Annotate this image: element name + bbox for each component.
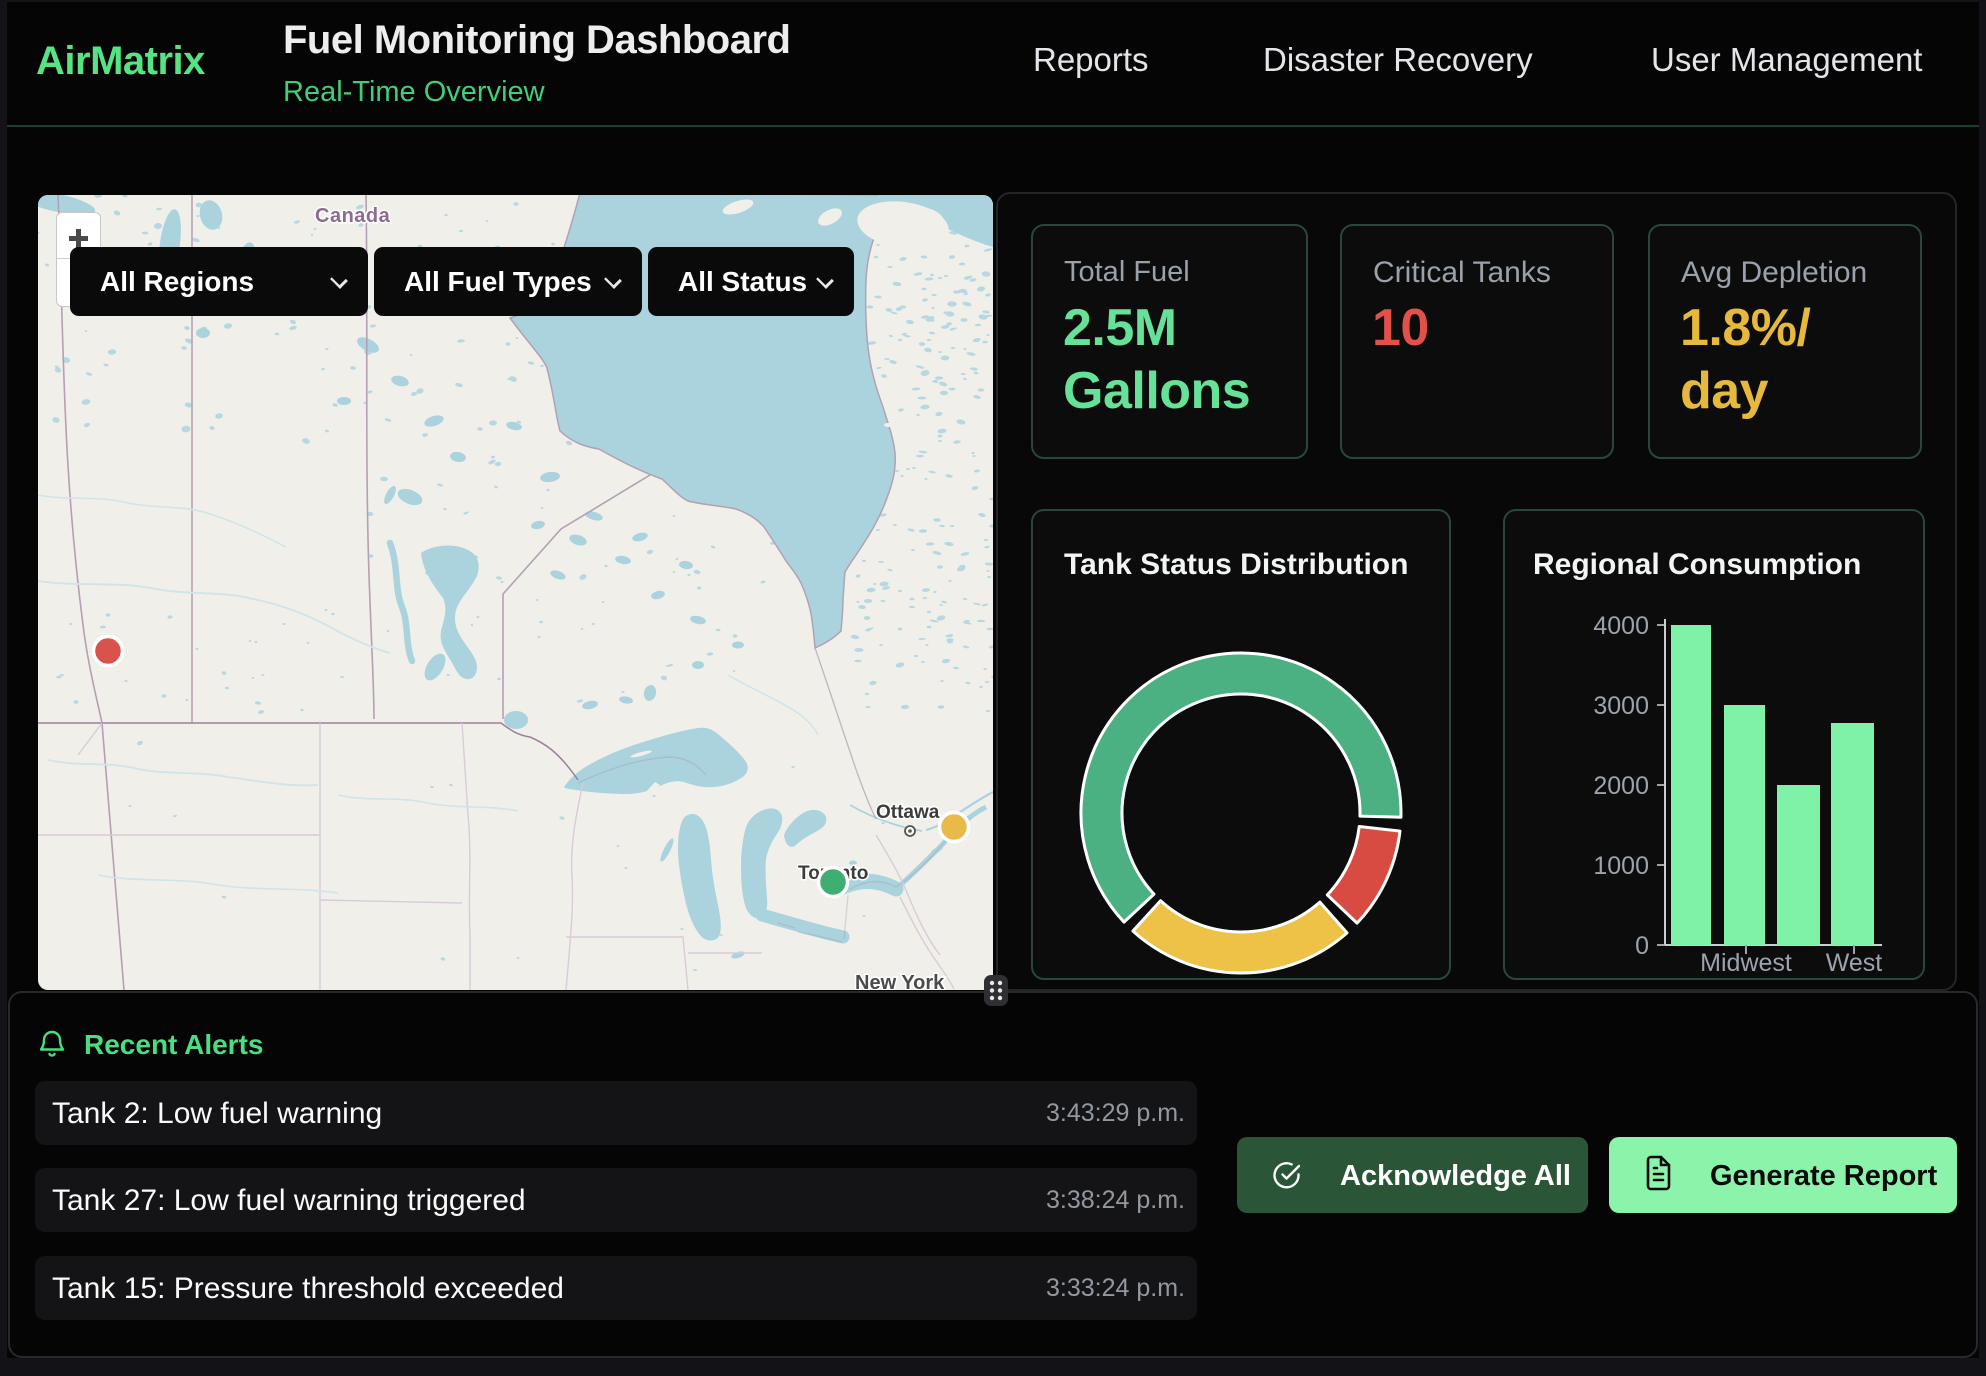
svg-text:4000: 4000 — [1593, 612, 1649, 640]
svg-text:Canada: Canada — [315, 205, 391, 227]
svg-text:West: West — [1826, 949, 1883, 977]
svg-text:Midwest: Midwest — [1700, 949, 1792, 977]
svg-text:3000: 3000 — [1593, 692, 1649, 720]
svg-text:2000: 2000 — [1593, 772, 1649, 800]
svg-text:Ottawa: Ottawa — [876, 802, 940, 823]
svg-text:0: 0 — [1635, 932, 1649, 960]
svg-text:1000: 1000 — [1593, 852, 1649, 880]
svg-text:New York: New York — [855, 972, 945, 990]
